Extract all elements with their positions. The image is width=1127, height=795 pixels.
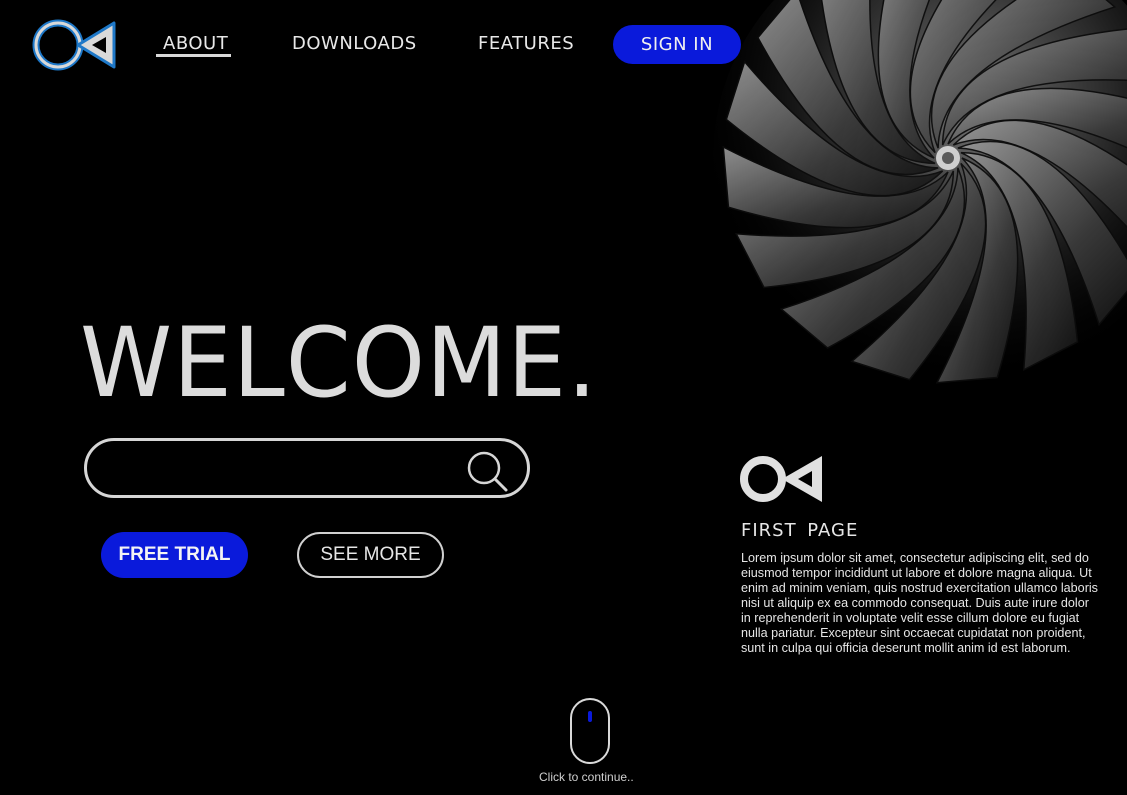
search-input[interactable]	[107, 451, 461, 487]
panel-body-text: Lorem ipsum dolor sit amet, consectetur …	[741, 551, 1098, 655]
active-nav-underline	[156, 54, 231, 57]
welcome-headline: WELCOME.	[80, 307, 598, 419]
search-bar	[84, 438, 530, 498]
sign-in-button[interactable]: SIGN IN	[613, 25, 741, 64]
nav-features[interactable]: FEATURES	[478, 33, 574, 54]
panel-logo-icon	[740, 456, 822, 502]
nav-about[interactable]: ABOUT	[163, 33, 228, 54]
brand-logo-icon[interactable]	[30, 17, 118, 73]
click-to-continue-text: Click to continue..	[539, 770, 634, 784]
search-icon[interactable]	[465, 449, 509, 493]
panel-title: FIRST PAGE	[741, 520, 859, 541]
see-more-button[interactable]: SEE MORE	[297, 532, 444, 578]
free-trial-button[interactable]: FREE TRIAL	[101, 532, 248, 578]
nav-downloads[interactable]: DOWNLOADS	[292, 33, 417, 54]
spiral-artwork	[713, 0, 1127, 393]
mouse-wheel-indicator	[588, 711, 592, 722]
mouse-scroll-icon[interactable]	[570, 698, 610, 764]
